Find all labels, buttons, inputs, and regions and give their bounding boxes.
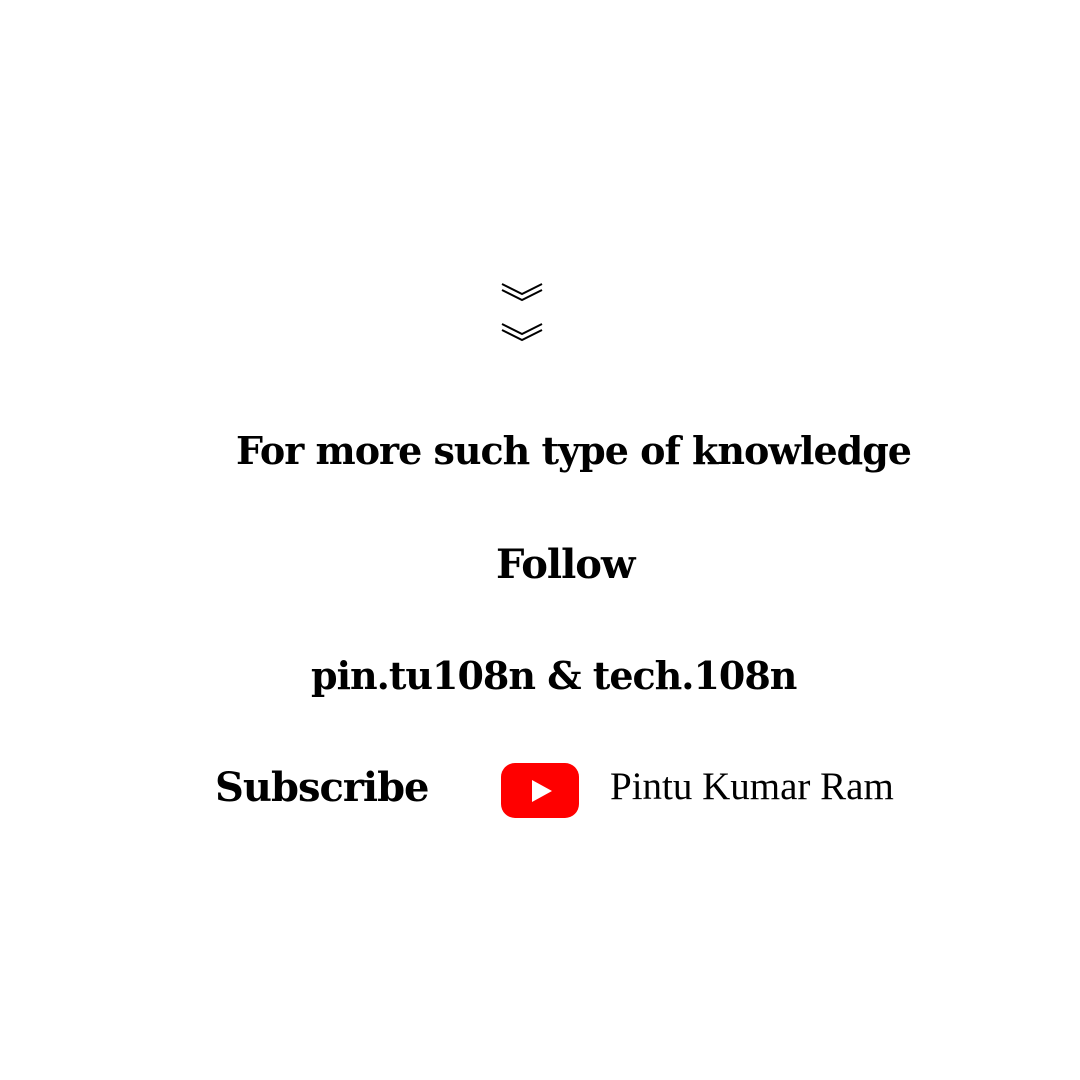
youtube-icon <box>501 763 579 818</box>
follow-label: Follow <box>496 541 635 588</box>
social-handles: pin.tu108n & tech.108n <box>311 653 797 698</box>
promo-card: For more such type of knowledge Follow p… <box>0 0 1080 1080</box>
channel-name: Pintu Kumar Ram <box>610 765 894 808</box>
chevron-down-icon <box>501 283 543 302</box>
subscribe-label: Subscribe <box>215 764 429 811</box>
double-chevron-down-icon <box>500 280 544 344</box>
chevron-down-icon <box>501 323 543 342</box>
tagline: For more such type of knowledge <box>236 428 912 473</box>
